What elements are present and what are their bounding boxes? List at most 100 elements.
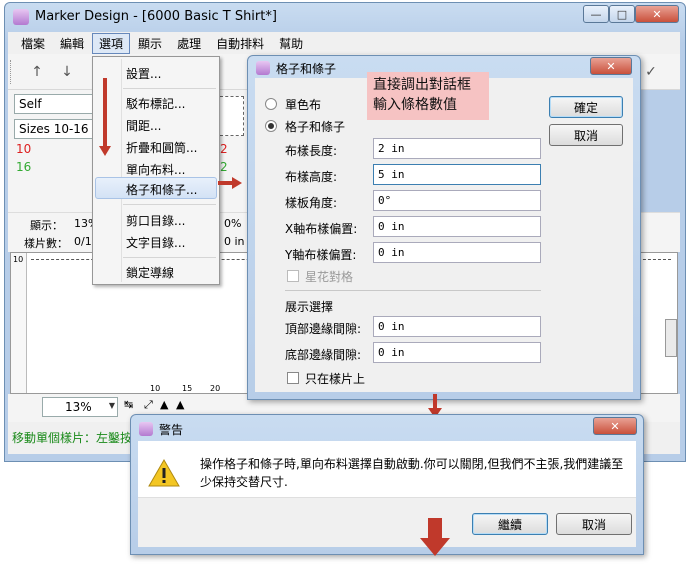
menu-gutter (121, 59, 122, 282)
section-divider (285, 290, 541, 291)
y-offset-input[interactable]: 0 in (373, 242, 541, 263)
x-offset-label: X軸布樣偏置: (285, 222, 358, 236)
annotation-callout: 直接調出對話框 輸入條格數值 (367, 72, 489, 120)
arrow-down-icon[interactable]: ↓ (56, 61, 78, 83)
menu-separator (123, 257, 216, 258)
menu-separator (123, 204, 216, 205)
menu-options[interactable]: 選項 (92, 32, 131, 54)
ruler-label-h2: 15 (182, 384, 193, 393)
top-margin-input[interactable]: 0 in (373, 316, 541, 337)
menu-item-one-way[interactable]: 單向布料... (126, 161, 185, 178)
expand-icon[interactable]: ⤢ (144, 398, 153, 412)
minimize-button[interactable]: — (583, 5, 609, 23)
arrow-head-icon (232, 177, 242, 189)
vertical-ruler (11, 253, 27, 393)
only-on-pieces-label: 只在樣片上 (305, 372, 366, 386)
fabric-icon[interactable]: ▲ (160, 398, 168, 411)
display-label: 顯示： (30, 219, 63, 232)
dialog-close-button[interactable]: ✕ (590, 57, 632, 75)
menu-process[interactable]: 處理 (170, 33, 208, 54)
radio-plain-label: 單色布 (285, 98, 322, 112)
arrow-head-icon (420, 538, 450, 556)
arrow-up-icon[interactable]: ↑ (26, 61, 48, 83)
sizes-combo[interactable]: Sizes 10-16 (14, 119, 98, 139)
continue-button[interactable]: 繼續 (472, 513, 548, 535)
dialog-app-icon (139, 422, 153, 436)
star-match-checkbox[interactable] (287, 270, 299, 282)
size-qty-green: 2 (220, 160, 228, 174)
menu-item-splice-marks[interactable]: 駁布標記... (126, 95, 185, 112)
menu-edit[interactable]: 編輯 (53, 33, 91, 54)
display-value-2: 0% (224, 217, 242, 230)
ruler-label-h3: 20 (210, 384, 221, 393)
radio-plain[interactable] (265, 98, 277, 110)
pattern-angle-label: 樣板角度: (285, 196, 338, 210)
menu-item-text-dir[interactable]: 文字目錄... (126, 234, 185, 251)
ruler-label-v: 10 (13, 255, 24, 264)
mountain-icon[interactable]: ▲ (176, 398, 184, 411)
only-on-pieces-checkbox[interactable] (287, 372, 299, 384)
warning-close-button[interactable]: ✕ (593, 417, 637, 435)
options-menu: 設置... 駁布標記... 間距... 折疊和圓筒... 單向布料... 格子和… (92, 56, 220, 285)
warning-body: 操作格子和條子時,單向布料選擇自動啟動.你可以關閉,但我們不主張,我們建議至 少… (138, 441, 636, 547)
window-title: Marker Design - [6000 Basic T Shirt*] (35, 9, 277, 24)
x-offset-input[interactable]: 0 in (373, 216, 541, 237)
dialog-app-icon (256, 61, 270, 75)
menu-bar: 檔案 編輯 選項 顯示 處理 自動排料 幫助 (8, 32, 680, 54)
radio-plaid-stripe[interactable] (265, 120, 277, 132)
pieces-value-2: 0 in (224, 235, 245, 248)
pieces-label: 樣片數： (24, 237, 68, 250)
size-count-green: 16 (16, 160, 32, 174)
dialog-title: 格子和條子 (276, 62, 337, 76)
dialog-body: 單色布 格子和條子 布樣長度: 2 in 布樣高度: 5 in 樣板角度: 0°… (255, 78, 633, 392)
tool-icon[interactable]: ✓ (640, 61, 662, 83)
marker-combo-1-value: Self (19, 97, 42, 111)
arrow-head-icon (99, 146, 111, 156)
warning-message-line-2: 少保持交替尺寸. (200, 475, 288, 489)
status-text: 移動單個樣片：左鑿按 (12, 431, 133, 445)
menu-file[interactable]: 檔案 (14, 33, 52, 54)
piece-preview (220, 96, 244, 136)
vertical-scrollbar-thumb[interactable] (665, 319, 677, 357)
fit-icon[interactable]: ↹ (124, 398, 133, 411)
menu-item-notch-dir[interactable]: 剪口目錄... (126, 212, 185, 229)
menu-item-plaid-stripe[interactable]: 格子和條子... (126, 181, 197, 198)
bottom-margin-input[interactable]: 0 in (373, 342, 541, 363)
marker-combo-1[interactable]: Self (14, 94, 98, 114)
annotation-line-2: 輸入條格數值 (373, 97, 457, 113)
menu-help[interactable]: 幫助 (272, 33, 310, 54)
menu-item-fold-tube[interactable]: 折疊和圓筒... (126, 139, 197, 156)
warning-title: 警告 (159, 423, 184, 437)
radio-plaid-stripe-label: 格子和條子 (285, 120, 346, 134)
sizes-combo-value: Sizes 10-16 (19, 122, 89, 136)
fabric-height-input[interactable]: 5 in (373, 164, 541, 185)
display-section-label: 展示選擇 (285, 300, 334, 314)
cancel-button[interactable]: 取消 (549, 124, 623, 146)
menu-item-spacing[interactable]: 間距... (126, 117, 161, 134)
zoom-combo[interactable]: 13% ▼ (42, 397, 118, 417)
app-icon (13, 9, 29, 25)
warning-message-line-1: 操作格子和條子時,單向布料選擇自動啟動.你可以關閉,但我們不主張,我們建議至 (200, 457, 624, 471)
ruler-label-h1: 10 (150, 384, 161, 393)
chevron-down-icon: ▼ (108, 401, 115, 410)
ok-button[interactable]: 確定 (549, 96, 623, 118)
warning-cancel-button[interactable]: 取消 (556, 513, 632, 535)
annotation-arrow-down (103, 78, 107, 148)
pieces-value: 0/1 (74, 235, 92, 248)
menu-auto-nest[interactable]: 自動排料 (209, 33, 271, 54)
bottom-margin-label: 底部邊緣間隙: (285, 348, 362, 362)
size-qty-red: 2 (220, 142, 228, 156)
menu-separator (123, 88, 216, 89)
annotation-line-1: 直接調出對話框 (373, 77, 471, 93)
toolbar-grip (10, 60, 13, 84)
menu-view[interactable]: 顯示 (131, 33, 169, 54)
maximize-button[interactable]: □ (609, 5, 635, 23)
close-button[interactable]: ✕ (635, 5, 679, 23)
fabric-length-label: 布樣長度: (285, 144, 338, 158)
menu-item-settings[interactable]: 設置... (126, 65, 161, 82)
fabric-height-label: 布樣高度: (285, 170, 338, 184)
size-count-red: 10 (16, 142, 32, 156)
fabric-length-input[interactable]: 2 in (373, 138, 541, 159)
menu-item-lock-guides[interactable]: 鎖定導線 (126, 264, 174, 281)
pattern-angle-input[interactable]: 0° (373, 190, 541, 211)
